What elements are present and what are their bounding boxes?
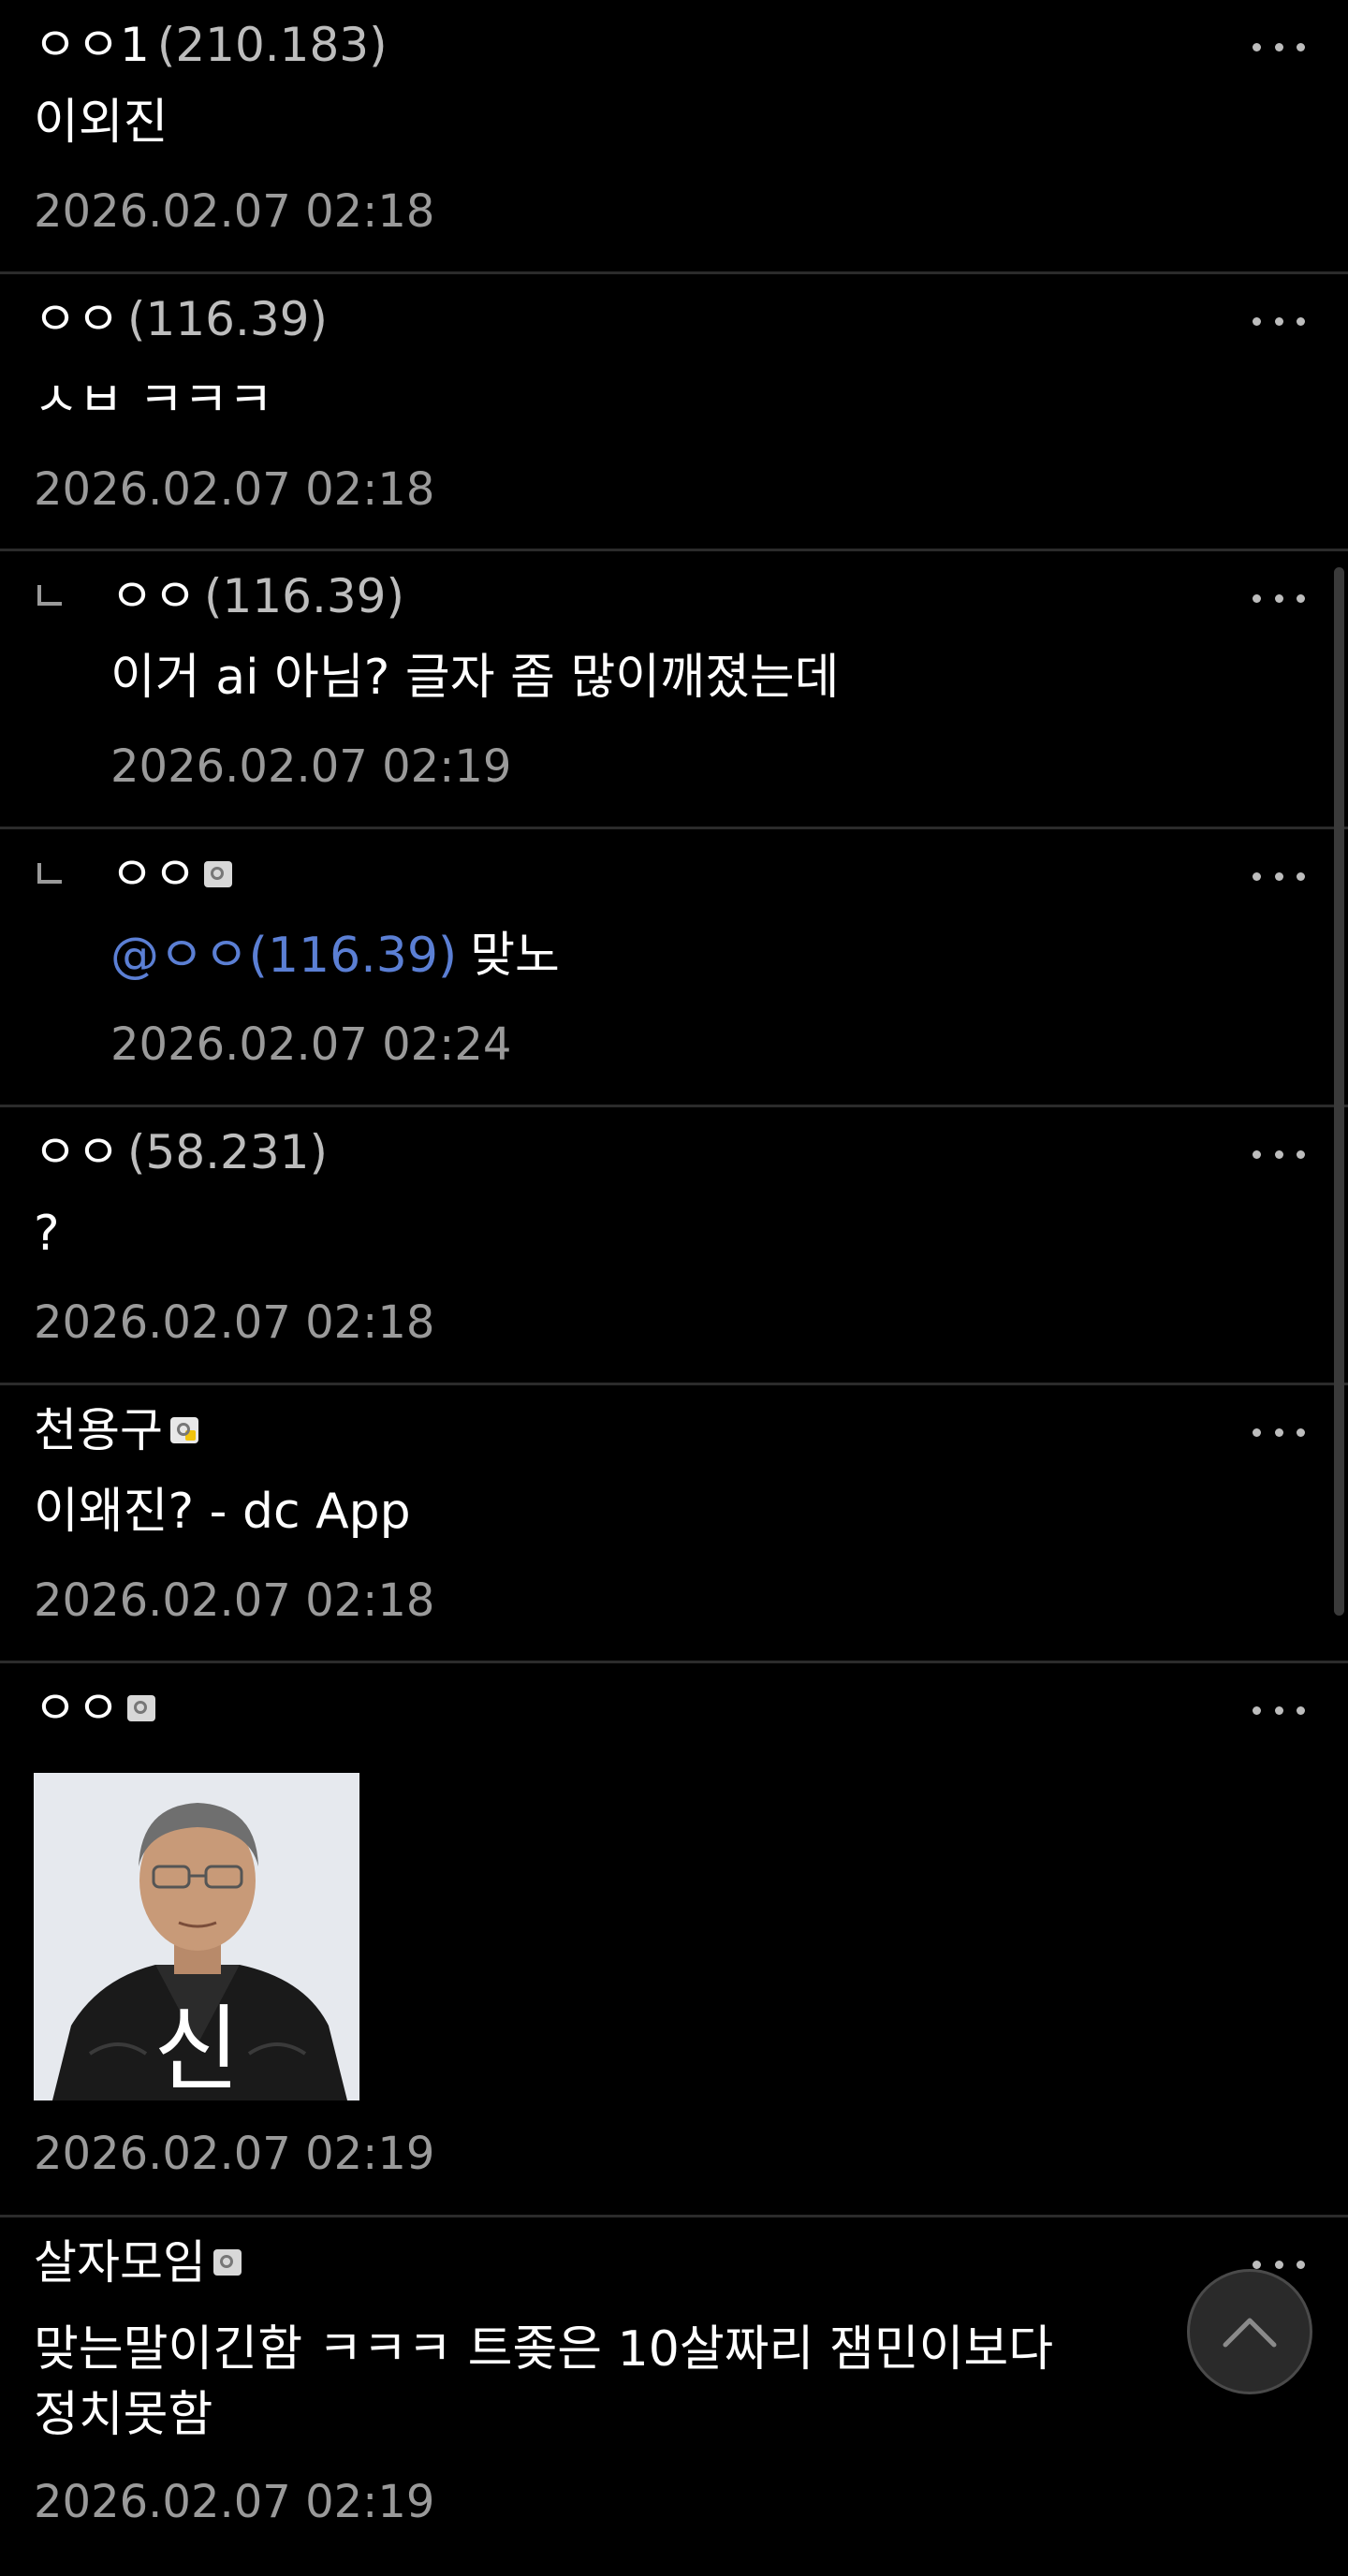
comment-text: ? [34, 1206, 60, 1262]
comment-date: 2026.02.07 02:19 [110, 740, 512, 793]
reply-item: ㅇㅇ (116.39) 이거 ai 아님? 글자 좀 많이깨졌는데 2026.02… [0, 551, 1348, 829]
comment-date: 2026.02.07 02:19 [34, 2476, 435, 2528]
chevron-up-icon [1223, 2318, 1277, 2348]
reply-text: 맞노 [470, 928, 560, 984]
nickname: ㅇㅇ [34, 292, 120, 346]
nickname: ㅇㅇ1 [34, 18, 150, 72]
nickname: 살자모임 [34, 2235, 206, 2290]
scroll-to-top-button[interactable] [1187, 2269, 1312, 2394]
more-dots-icon[interactable] [1253, 312, 1305, 330]
comment-date: 2026.02.07 02:18 [34, 1574, 435, 1627]
ip-address: (210.183) [156, 18, 388, 72]
nickname: ㅇㅇ [110, 569, 197, 623]
nickname: ㅇㅇ [110, 847, 197, 901]
comment-text-line-1: 맞는말이긴함 ㅋㅋㅋ 트좆은 10살짜리 잼민이보다 [34, 2321, 1054, 2378]
comment-author[interactable]: ㅇㅇ (58.231) [34, 1124, 328, 1180]
comment-item: ㅇㅇ1 (210.183) 이외진 2026.02.07 02:18 [0, 0, 1348, 274]
mention-link[interactable]: @ㅇㅇ(116.39) [110, 928, 457, 984]
comment-date: 2026.02.07 02:18 [34, 463, 435, 516]
comment-date: 2026.02.07 02:19 [34, 2128, 435, 2180]
more-dots-icon[interactable] [1253, 867, 1305, 886]
comment-item: ㅇㅇ (58.231) ? 2026.02.07 02:18 [0, 1107, 1348, 1385]
reply-arrow-icon [37, 585, 62, 606]
comment-author[interactable]: ㅇㅇ [110, 846, 232, 902]
more-dots-icon[interactable] [1253, 1145, 1305, 1164]
reply-item: ㅇㅇ @ㅇㅇ(116.39) 맞노 2026.02.07 02:24 [0, 829, 1348, 1107]
comment-author[interactable]: ㅇㅇ (116.39) [34, 291, 328, 347]
comment-text: 이외진 [34, 95, 168, 151]
member-badge-icon [204, 860, 232, 887]
comment-author[interactable]: ㅇㅇ1 (210.183) [34, 17, 388, 73]
image-caption: 신 [154, 1995, 240, 2100]
comment-author[interactable]: 살자모임 [34, 2234, 242, 2291]
nickname: ㅇㅇ [34, 1681, 120, 1735]
reply-arrow-icon [37, 863, 62, 884]
nickname: 천용구 [34, 1403, 163, 1457]
comment-item: ㅇㅇ (116.39) ㅅㅂ ㅋㅋㅋ 2026.02.07 02:18 [0, 274, 1348, 551]
comment-author[interactable]: 천용구 [34, 1402, 198, 1458]
comment-date: 2026.02.07 02:24 [110, 1018, 512, 1071]
comment-date: 2026.02.07 02:18 [34, 1296, 435, 1349]
comment-item: 천용구 이왜진? - dc App 2026.02.07 02:18 [0, 1385, 1348, 1663]
more-dots-icon[interactable] [1253, 1423, 1305, 1442]
member-badge-icon [213, 2248, 242, 2276]
comment-text: @ㅇㅇ(116.39) 맞노 [110, 923, 560, 988]
ip-address: (58.231) [127, 1125, 328, 1179]
comment-text: ㅅㅂ ㅋㅋㅋ [34, 373, 273, 429]
comment-item: 살자모임 맞는말이긴함 ㅋㅋㅋ 트좆은 10살짜리 잼민이보다 정치못함 202… [0, 2217, 1348, 2576]
scrollbar[interactable] [1334, 567, 1344, 1616]
comment-text-line-2: 정치못함 [34, 2387, 213, 2443]
comment-text: 이왜진? - dc App [34, 1484, 411, 1540]
member-badge-icon [170, 1416, 198, 1443]
more-dots-icon[interactable] [1253, 589, 1305, 607]
more-dots-icon[interactable] [1253, 37, 1305, 56]
nickname: ㅇㅇ [34, 1125, 120, 1179]
member-badge-icon [127, 1694, 155, 1721]
ip-address: (116.39) [204, 569, 404, 623]
ip-address: (116.39) [127, 292, 328, 346]
comment-author[interactable]: ㅇㅇ [34, 1680, 155, 1736]
more-dots-icon[interactable] [1253, 1701, 1305, 1720]
comment-text: 이거 ai 아님? 글자 좀 많이깨졌는데 [110, 650, 840, 706]
comment-date: 2026.02.07 02:18 [34, 185, 435, 238]
comment-image[interactable]: 신 [34, 1773, 359, 2100]
comment-author[interactable]: ㅇㅇ (116.39) [110, 568, 404, 624]
